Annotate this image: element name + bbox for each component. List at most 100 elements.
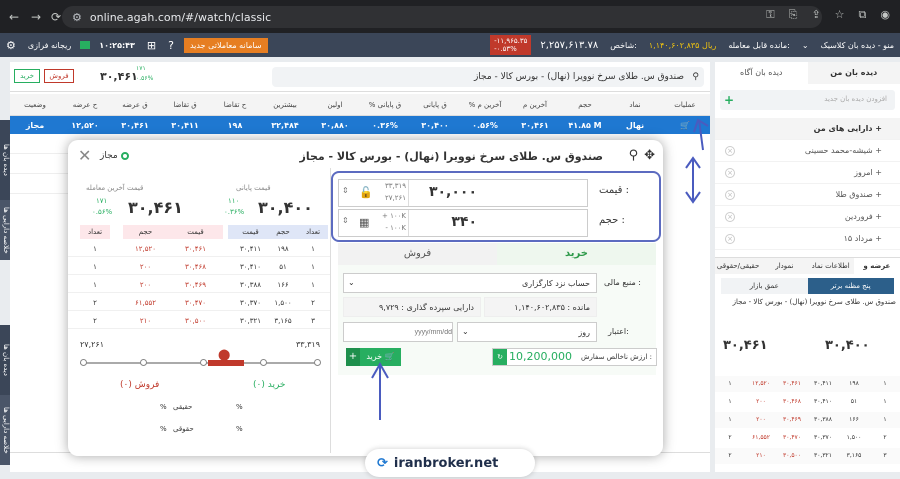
tab-buy[interactable]: خرید: [497, 243, 656, 265]
stepper-icon[interactable]: ⇕: [342, 186, 349, 195]
column-header[interactable]: نماد: [610, 101, 660, 109]
side-tab-watchlists-2[interactable]: دیده بان ها: [0, 325, 10, 395]
side-tab-assets[interactable]: خلاصه دارایی ها: [0, 200, 10, 260]
watch-item[interactable]: × فروردین +: [715, 206, 900, 228]
subtab-top-five[interactable]: پنج مظنه برتر: [807, 278, 894, 294]
add-watch-button[interactable]: +: [724, 93, 734, 107]
move-icon[interactable]: ✥: [644, 148, 655, 163]
column-header[interactable]: اولین: [310, 101, 360, 109]
layout-icon[interactable]: ⊞: [141, 39, 162, 52]
modal-title: صندوق س. طلای سرخ نوویرا (نهال) - بورس ک…: [299, 150, 604, 163]
search-icon[interactable]: ⚲: [629, 148, 639, 163]
column-header[interactable]: ق پایانی: [410, 101, 460, 109]
install-icon[interactable]: ⎘: [789, 8, 798, 22]
depth-row[interactable]: ۱ ۱۹۸ ۳۰,۴۱۱ ۳۰,۴۶۱ ۱۲,۵۲۰ ۱: [68, 241, 330, 257]
close-icon[interactable]: ×: [725, 212, 735, 222]
buy-quick-button[interactable]: خرید: [14, 69, 40, 83]
extensions-icon[interactable]: ⧉: [859, 8, 867, 22]
site-info-icon[interactable]: ⚙: [72, 11, 82, 24]
column-header[interactable]: ق تقاضا: [160, 101, 210, 109]
table-cell: ۳۰,۸۸۰: [321, 120, 349, 130]
watch-item[interactable]: × امروز +: [715, 162, 900, 184]
forward-icon[interactable]: →: [26, 10, 46, 24]
column-header[interactable]: عملیات: [660, 101, 710, 109]
watch-item[interactable]: × مرداد ۱۵ +: [715, 228, 900, 250]
lock-icon[interactable]: 🔓: [359, 186, 373, 199]
add-order-button[interactable]: +: [346, 348, 360, 366]
stepper-icon[interactable]: ⇕: [342, 216, 349, 225]
depth-row[interactable]: ۳ ۳,۱۶۵ ۳۰,۳۲۱ ۳۰,۵۰۰ ۲۱۰ ۲: [715, 448, 900, 464]
tab-sell[interactable]: فروش: [338, 243, 497, 265]
depth-cell: ۶۱,۵۵۲: [134, 299, 157, 307]
selected-table-row[interactable]: 🛒 نهال ۴۱.۸۵ M ۳۰,۴۶۱ ۰.۵۶% ۳۰,۴۰۰ ۰.۳۶% ۳۰,۸۸۰…: [10, 116, 710, 134]
tab-chart[interactable]: نمودار: [761, 258, 807, 274]
price-range-slider[interactable]: ⬤: [80, 348, 321, 366]
clock: ۱۰:۲۵:۴۳: [99, 40, 135, 50]
depth-row[interactable]: ۱ ۵۱ ۳۰,۴۱۰ ۳۰,۴۶۸ ۲۰۰ ۱: [715, 394, 900, 410]
star-icon[interactable]: ☆: [835, 8, 845, 22]
chevron-down-icon[interactable]: ⌄: [796, 41, 815, 50]
depth-row[interactable]: ۱ ۵۱ ۳۰,۴۱۰ ۳۰,۴۶۸ ۲۰۰ ۱: [68, 259, 330, 275]
symbol-search[interactable]: صندوق س. طلای سرخ نوویرا (نهال) - بورس ک…: [272, 67, 704, 87]
reset-icon[interactable]: ↻: [493, 349, 507, 365]
depth-cell: ۳۰,۴۱۰: [239, 263, 262, 271]
depth-row[interactable]: ۳ ۳,۱۶۵ ۳۰,۳۲۱ ۳۰,۵۰۰ ۲۱۰ ۲: [68, 313, 330, 329]
close-icon[interactable]: ×: [725, 234, 735, 244]
column-header[interactable]: % آخرین م: [460, 101, 510, 109]
depth-row[interactable]: ۲ ۱,۵۰۰ ۳۰,۳۷۰ ۳۰,۴۷۰ ۶۱,۵۵۲ ۲: [68, 295, 330, 311]
close-icon[interactable]: ×: [725, 146, 735, 156]
tab-supply-demand[interactable]: عرضه و تقاضا: [853, 258, 900, 286]
column-header[interactable]: ح عرضه: [60, 101, 110, 109]
side-tab-watchlists[interactable]: دیده بان ها: [0, 120, 10, 200]
user-name[interactable]: ریجانه فرازی: [22, 41, 77, 50]
price-limits: 🔓 ۳۳,۳۱۹ ۲۷,۲۶۱ ⇕: [339, 180, 409, 206]
column-header[interactable]: آخرین م: [510, 101, 560, 109]
close-icon[interactable]: ×: [725, 168, 735, 178]
address-bar[interactable]: ⚙ online.agah.com/#/watch/classic: [62, 6, 822, 28]
column-header[interactable]: وضعیت: [10, 101, 60, 109]
validity-date-input[interactable]: [343, 322, 453, 342]
depth-row[interactable]: ۲ ۱,۵۰۰ ۳۰,۳۷۰ ۳۰,۴۷۰ ۶۱,۵۵۲ ۲: [715, 430, 900, 446]
column-header[interactable]: حجم: [560, 101, 610, 109]
column-header[interactable]: ق عرضه: [110, 101, 160, 109]
volume-field[interactable]: ▦ + ۱۰۰K - ۱۰۰K ⇕ ۳۴۰ حجم :: [338, 209, 625, 237]
price-field[interactable]: 🔓 ۳۳,۳۱۹ ۲۷,۲۶۱ ⇕ ۳۰,۰۰۰ قیمت :: [338, 179, 629, 207]
column-header[interactable]: % ق پایانی: [360, 101, 410, 109]
add-watch-input[interactable]: افزودن دیده بان جدید: [824, 95, 887, 103]
volume-plus[interactable]: + ۱۰۰K: [382, 212, 406, 220]
depth-row[interactable]: ۱ ۱۶۶ ۳۰,۳۸۸ ۳۰,۴۶۹ ۲۰۰ ۱: [68, 277, 330, 293]
column-header[interactable]: بیشترین: [260, 101, 310, 109]
column-header[interactable]: ح تقاضا: [210, 101, 260, 109]
key-icon[interactable]: ⚿: [766, 8, 774, 22]
subtab-market-depth[interactable]: عمق بازار: [721, 278, 808, 294]
watch-item[interactable]: × صندوق طلا +: [715, 184, 900, 206]
close-icon[interactable]: ×: [725, 190, 735, 200]
calculator-icon[interactable]: ▦: [359, 216, 369, 229]
depth-row[interactable]: ۱ ۱۶۶ ۳۰,۳۸۸ ۳۰,۴۶۹ ۲۰۰ ۱: [715, 412, 900, 428]
tab-depth[interactable]: حقیقی/حقوقی: [715, 258, 761, 274]
menu-label[interactable]: منو - دیده بان کلاسیک: [815, 41, 900, 50]
share-icon[interactable]: ⇪: [811, 8, 820, 22]
close-icon[interactable]: ✕: [78, 146, 91, 165]
funding-source-select[interactable]: ⌄ حساب نزد کارگزاری: [343, 273, 597, 293]
settings-icon[interactable]: ⚙: [0, 39, 22, 52]
tab-my-watch[interactable]: دیده بان من: [807, 62, 900, 84]
validity-select[interactable]: ⌄ روز: [457, 322, 597, 342]
depth-cell: ۱: [728, 416, 732, 423]
symbol-status: مجاز: [100, 151, 129, 161]
tab-agah-watch[interactable]: دیده بان آگاه: [715, 62, 808, 84]
watch-group-my-assets[interactable]: دارایی های من +: [715, 118, 900, 140]
tab-info[interactable]: اطلاعات نماد: [808, 258, 854, 274]
watch-table-header: عملیات نماد حجم آخرین م% آخرین مق پایانی% ق…: [10, 94, 710, 116]
side-tab-assets-2[interactable]: خلاصه دارایی ها: [0, 395, 10, 465]
depth-row[interactable]: ۱ ۱۹۸ ۳۰,۴۱۱ ۳۰,۴۶۱ ۱۲,۵۲۰ ۱: [715, 376, 900, 392]
help-icon[interactable]: ?: [162, 39, 180, 52]
new-system-button[interactable]: سامانه معاملاتی جدید: [183, 37, 268, 53]
profile-icon[interactable]: ◉: [880, 8, 890, 22]
depth-cell: ۱: [883, 398, 887, 405]
back-icon[interactable]: ←: [4, 10, 24, 24]
volume-minus[interactable]: - ۱۰۰K: [385, 224, 406, 232]
watch-item[interactable]: × شیشه-محمد حسینی +: [715, 140, 900, 162]
slider-marker-icon[interactable]: ⬤: [218, 348, 230, 361]
sell-quick-button[interactable]: فروش: [44, 69, 74, 83]
